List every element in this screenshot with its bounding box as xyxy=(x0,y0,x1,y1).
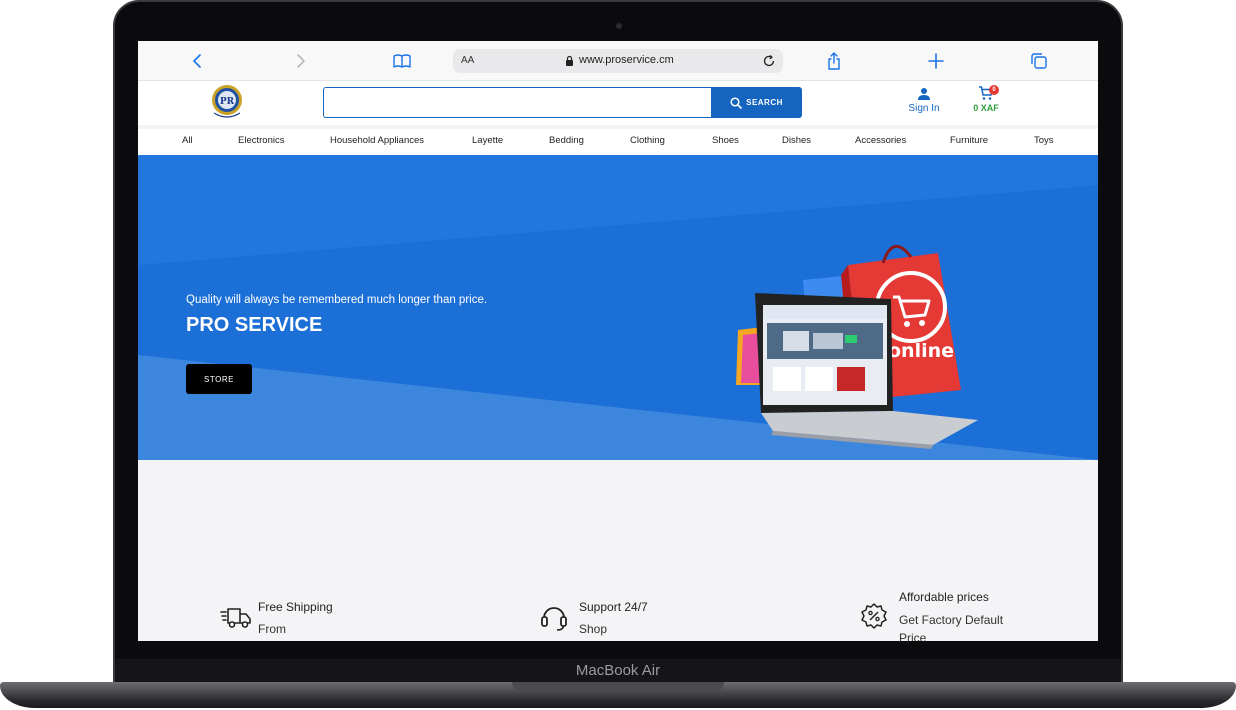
forward-icon[interactable] xyxy=(290,51,310,71)
laptop-shopping-bag-illustration: online xyxy=(736,245,978,449)
category-clothing[interactable]: Clothing xyxy=(630,135,665,146)
discount-badge-icon xyxy=(861,603,887,629)
feature-title: Support 24/7 xyxy=(579,600,648,614)
search-icon xyxy=(730,96,742,109)
sign-in-label: Sign In xyxy=(908,103,940,114)
url-text: www.proservice.cm xyxy=(579,54,674,66)
store-button[interactable]: STORE xyxy=(186,364,252,394)
hero-title: PRO SERVICE xyxy=(186,314,323,336)
features-section: Free Shipping From all orders Support 24… xyxy=(138,460,1098,641)
category-electronics[interactable]: Electronics xyxy=(238,135,284,146)
search-input[interactable] xyxy=(323,87,712,118)
lock-icon xyxy=(566,55,573,66)
back-icon[interactable] xyxy=(188,51,208,71)
cart-count-badge: 0 xyxy=(989,85,999,95)
category-shoes[interactable]: Shoes xyxy=(712,135,739,146)
macbook-notch xyxy=(512,682,724,692)
bookmarks-icon[interactable] xyxy=(392,51,412,71)
search-button[interactable]: SEARCH xyxy=(711,87,802,118)
screen: AA www.proservice.cm PR SEARCH Sign In 0… xyxy=(138,41,1098,641)
bag-online-text: online xyxy=(888,340,954,362)
tabs-icon[interactable] xyxy=(1029,51,1049,71)
site-header: PR SEARCH Sign In 0 0 XAF xyxy=(138,81,1098,125)
share-icon[interactable] xyxy=(824,51,844,71)
feature-title: Affordable prices xyxy=(899,590,989,604)
feature-title: Free Shipping xyxy=(258,600,333,614)
cart-total: 0 XAF xyxy=(973,103,999,113)
category-layette[interactable]: Layette xyxy=(472,135,503,146)
category-nav: All Electronics Household Appliances Lay… xyxy=(138,129,1098,155)
feature-subtitle: Shop with an expert xyxy=(579,622,608,641)
hero-tagline: Quality will always be remembered much l… xyxy=(186,294,488,306)
category-all[interactable]: All xyxy=(182,135,193,146)
feature-subtitle: Get Factory Default Price xyxy=(899,613,1004,641)
category-dishes[interactable]: Dishes xyxy=(782,135,811,146)
new-tab-icon[interactable] xyxy=(926,51,946,71)
sign-in-link[interactable]: Sign In xyxy=(900,87,948,114)
cart-link[interactable]: 0 0 XAF xyxy=(964,85,1008,113)
category-furniture[interactable]: Furniture xyxy=(950,135,988,146)
hero-banner: Quality will always be remembered much l… xyxy=(138,155,1098,460)
reader-aa-button[interactable]: AA xyxy=(461,55,474,66)
reload-icon[interactable] xyxy=(761,53,777,69)
category-bedding[interactable]: Bedding xyxy=(549,135,584,146)
camera-icon xyxy=(616,23,622,29)
search-button-label: SEARCH xyxy=(746,98,783,107)
macbook-brand-label: MacBook Air xyxy=(575,662,661,679)
truck-icon xyxy=(220,608,251,628)
svg-text:PR: PR xyxy=(220,97,235,107)
category-household-appliances[interactable]: Household Appliances xyxy=(330,135,424,146)
address-bar[interactable]: AA www.proservice.cm xyxy=(453,49,783,73)
category-toys[interactable]: Toys xyxy=(1034,135,1054,146)
headset-icon xyxy=(541,607,567,631)
category-accessories[interactable]: Accessories xyxy=(855,135,906,146)
feature-subtitle: From all orders xyxy=(258,622,286,641)
browser-toolbar: AA www.proservice.cm xyxy=(138,41,1098,81)
user-icon xyxy=(918,88,930,100)
pro-service-logo[interactable]: PR xyxy=(208,83,246,121)
